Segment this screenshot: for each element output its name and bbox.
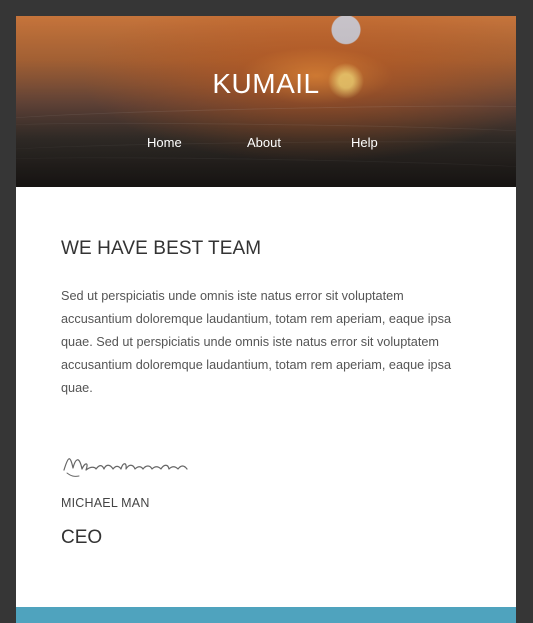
- person-role: CEO: [61, 527, 103, 548]
- intro-paragraph: Sed ut perspiciatis unde omnis iste natu…: [61, 289, 451, 395]
- main-nav: Home About Help: [16, 133, 516, 153]
- nav-about-link[interactable]: About: [247, 133, 281, 153]
- signature-image: [61, 446, 221, 484]
- nav-home-link[interactable]: Home: [147, 133, 182, 153]
- email-frame: KUMAIL Home About Help WE HAVE BEST TEAM…: [16, 16, 516, 623]
- person-name: MICHAEL MAN: [61, 496, 150, 510]
- hero-header: KUMAIL Home About Help: [16, 16, 516, 187]
- hero-overlay: [16, 16, 516, 187]
- main-content: WE HAVE BEST TEAM Sed ut perspiciatis un…: [61, 238, 471, 549]
- brand-title: KUMAIL: [212, 68, 320, 99]
- bottom-accent-bar: [16, 607, 516, 623]
- section-title: WE HAVE BEST TEAM: [61, 238, 262, 259]
- nav-help-link[interactable]: Help: [351, 133, 378, 153]
